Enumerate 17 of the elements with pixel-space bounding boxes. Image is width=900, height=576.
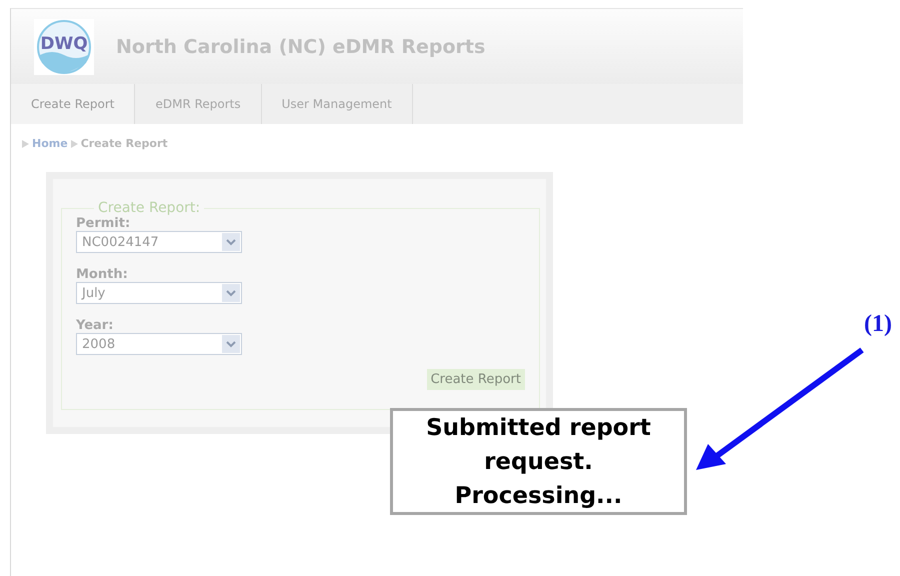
logo: DWQ (34, 18, 94, 74)
chevron-down-icon (222, 335, 240, 353)
popup-message: Processing... (454, 482, 622, 510)
annotation-label: (1) (864, 311, 892, 338)
popup-message: request. (484, 448, 593, 476)
chevron-down-icon (222, 284, 240, 302)
breadcrumb-arrow-icon (70, 140, 78, 148)
nav-tab[interactable]: User Management (262, 84, 413, 124)
breadcrumb-link[interactable]: Home (32, 137, 68, 150)
form-legend: Create Report: (94, 200, 204, 216)
field-label: Permit: (76, 216, 132, 231)
breadcrumb-arrow-icon (22, 140, 29, 148)
chevron-down-icon (222, 233, 240, 251)
popup-message: Submitted report (426, 414, 651, 442)
field-label: Month: (76, 267, 129, 282)
field-label: Year: (76, 318, 114, 333)
breadcrumb-current: Create Report (80, 137, 168, 150)
